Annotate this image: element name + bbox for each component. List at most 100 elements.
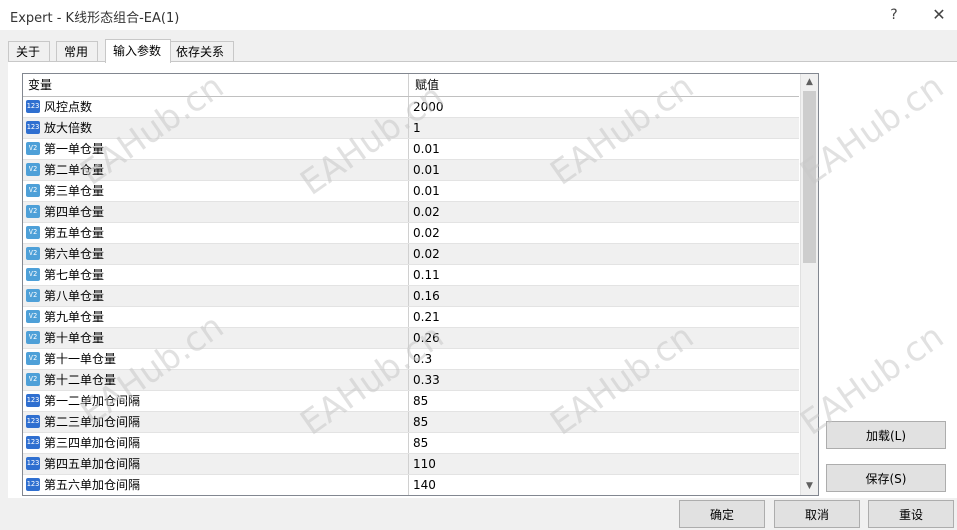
column-header-variable[interactable]: 变量 bbox=[23, 74, 409, 96]
variable-name: 第六单仓量 bbox=[44, 247, 105, 261]
table-row[interactable]: V2 第七单仓量 0.11 bbox=[23, 265, 799, 286]
table-row[interactable]: 123 第三四单加仓间隔 85 bbox=[23, 433, 799, 454]
variable-cell: 123 第一二单加仓间隔 bbox=[23, 391, 409, 411]
variable-cell: V2 第三单仓量 bbox=[23, 181, 409, 201]
value-cell[interactable]: 0.01 bbox=[410, 160, 798, 180]
tab-about[interactable]: 关于 bbox=[8, 41, 50, 62]
reset-button[interactable]: 重设 bbox=[868, 500, 954, 528]
scroll-thumb[interactable] bbox=[803, 91, 816, 263]
variable-cell: V2 第五单仓量 bbox=[23, 223, 409, 243]
integer-type-icon: 123 bbox=[26, 436, 40, 449]
integer-type-icon: 123 bbox=[26, 100, 40, 113]
tab-inputs[interactable]: 输入参数 bbox=[105, 39, 171, 63]
grid-rows: 123 风控点数 2000 123 放大倍数 1 V2 第一单仓量 0.01 V2 第二单仓量 0.0… bbox=[23, 97, 799, 495]
table-row[interactable]: V2 第三单仓量 0.01 bbox=[23, 181, 799, 202]
vertical-scrollbar[interactable]: ▲ ▼ bbox=[800, 74, 818, 495]
double-type-icon: V2 bbox=[26, 310, 40, 323]
table-row[interactable]: V2 第四单仓量 0.02 bbox=[23, 202, 799, 223]
tab-dependencies[interactable]: 依存关系 bbox=[168, 41, 234, 62]
tab-common[interactable]: 常用 bbox=[56, 41, 98, 62]
double-type-icon: V2 bbox=[26, 352, 40, 365]
variable-cell: V2 第二单仓量 bbox=[23, 160, 409, 180]
variable-cell: 123 第二三单加仓间隔 bbox=[23, 412, 409, 432]
scroll-down-arrow[interactable]: ▼ bbox=[801, 478, 818, 495]
double-type-icon: V2 bbox=[26, 331, 40, 344]
double-type-icon: V2 bbox=[26, 205, 40, 218]
value-cell[interactable]: 0.16 bbox=[410, 286, 798, 306]
table-row[interactable]: 123 第五六单加仓间隔 140 bbox=[23, 475, 799, 495]
ok-button[interactable]: 确定 bbox=[679, 500, 765, 528]
variable-cell: V2 第七单仓量 bbox=[23, 265, 409, 285]
load-button[interactable]: 加载(L) bbox=[826, 421, 946, 449]
variable-cell: V2 第十单仓量 bbox=[23, 328, 409, 348]
variable-name: 第一二单加仓间隔 bbox=[44, 394, 141, 408]
variable-cell: V2 第六单仓量 bbox=[23, 244, 409, 264]
integer-type-icon: 123 bbox=[26, 478, 40, 491]
value-cell[interactable]: 0.26 bbox=[410, 328, 798, 348]
help-button[interactable]: ? bbox=[880, 3, 908, 27]
value-cell[interactable]: 0.01 bbox=[410, 181, 798, 201]
value-cell[interactable]: 0.33 bbox=[410, 370, 798, 390]
variable-name: 第十一单仓量 bbox=[44, 352, 117, 366]
variable-name: 风控点数 bbox=[44, 100, 93, 114]
table-row[interactable]: V2 第一单仓量 0.01 bbox=[23, 139, 799, 160]
scroll-up-arrow[interactable]: ▲ bbox=[801, 74, 818, 91]
value-cell[interactable]: 85 bbox=[410, 433, 798, 453]
double-type-icon: V2 bbox=[26, 268, 40, 281]
parameters-grid[interactable]: 变量 赋值 123 风控点数 2000 123 放大倍数 1 V2 第一单仓量 0.01 V2 第二… bbox=[22, 73, 819, 496]
double-type-icon: V2 bbox=[26, 289, 40, 302]
table-row[interactable]: 123 第四五单加仓间隔 110 bbox=[23, 454, 799, 475]
variable-cell: 123 风控点数 bbox=[23, 97, 409, 117]
integer-type-icon: 123 bbox=[26, 121, 40, 134]
value-cell[interactable]: 0.02 bbox=[410, 202, 798, 222]
table-row[interactable]: 123 风控点数 2000 bbox=[23, 97, 799, 118]
save-button[interactable]: 保存(S) bbox=[826, 464, 946, 492]
table-row[interactable]: V2 第十一单仓量 0.3 bbox=[23, 349, 799, 370]
variable-cell: V2 第十二单仓量 bbox=[23, 370, 409, 390]
variable-cell: V2 第四单仓量 bbox=[23, 202, 409, 222]
value-cell[interactable]: 0.02 bbox=[410, 223, 798, 243]
table-row[interactable]: V2 第八单仓量 0.16 bbox=[23, 286, 799, 307]
table-row[interactable]: V2 第五单仓量 0.02 bbox=[23, 223, 799, 244]
table-row[interactable]: V2 第二单仓量 0.01 bbox=[23, 160, 799, 181]
table-row[interactable]: V2 第十二单仓量 0.33 bbox=[23, 370, 799, 391]
table-row[interactable]: V2 第六单仓量 0.02 bbox=[23, 244, 799, 265]
table-row[interactable]: 123 放大倍数 1 bbox=[23, 118, 799, 139]
title-bar: Expert - K线形态组合-EA(1) ? ✕ bbox=[0, 0, 957, 30]
value-cell[interactable]: 110 bbox=[410, 454, 798, 474]
table-row[interactable]: V2 第十单仓量 0.26 bbox=[23, 328, 799, 349]
value-cell[interactable]: 1 bbox=[410, 118, 798, 138]
variable-cell: V2 第一单仓量 bbox=[23, 139, 409, 159]
table-row[interactable]: 123 第一二单加仓间隔 85 bbox=[23, 391, 799, 412]
variable-name: 第四五单加仓间隔 bbox=[44, 457, 141, 471]
window-title: Expert - K线形态组合-EA(1) bbox=[10, 11, 180, 26]
variable-cell: 123 第五六单加仓间隔 bbox=[23, 475, 409, 495]
table-row[interactable]: V2 第九单仓量 0.21 bbox=[23, 307, 799, 328]
value-cell[interactable]: 140 bbox=[410, 475, 798, 495]
value-cell[interactable]: 0.01 bbox=[410, 139, 798, 159]
value-cell[interactable]: 85 bbox=[410, 412, 798, 432]
variable-name: 第三四单加仓间隔 bbox=[44, 436, 141, 450]
variable-name: 第十二单仓量 bbox=[44, 373, 117, 387]
variable-name: 第十单仓量 bbox=[44, 331, 105, 345]
integer-type-icon: 123 bbox=[26, 415, 40, 428]
double-type-icon: V2 bbox=[26, 184, 40, 197]
close-button[interactable]: ✕ bbox=[925, 3, 953, 27]
value-cell[interactable]: 2000 bbox=[410, 97, 798, 117]
value-cell[interactable]: 0.3 bbox=[410, 349, 798, 369]
double-type-icon: V2 bbox=[26, 163, 40, 176]
table-row[interactable]: 123 第二三单加仓间隔 85 bbox=[23, 412, 799, 433]
value-cell[interactable]: 85 bbox=[410, 391, 798, 411]
column-header-value[interactable]: 赋值 bbox=[410, 74, 795, 96]
variable-name: 第一单仓量 bbox=[44, 142, 105, 156]
variable-name: 第七单仓量 bbox=[44, 268, 105, 282]
value-cell[interactable]: 0.11 bbox=[410, 265, 798, 285]
value-cell[interactable]: 0.02 bbox=[410, 244, 798, 264]
double-type-icon: V2 bbox=[26, 142, 40, 155]
cancel-button[interactable]: 取消 bbox=[774, 500, 860, 528]
variable-cell: V2 第十一单仓量 bbox=[23, 349, 409, 369]
variable-name: 第二三单加仓间隔 bbox=[44, 415, 141, 429]
variable-cell: V2 第九单仓量 bbox=[23, 307, 409, 327]
variable-name: 第二单仓量 bbox=[44, 163, 105, 177]
value-cell[interactable]: 0.21 bbox=[410, 307, 798, 327]
